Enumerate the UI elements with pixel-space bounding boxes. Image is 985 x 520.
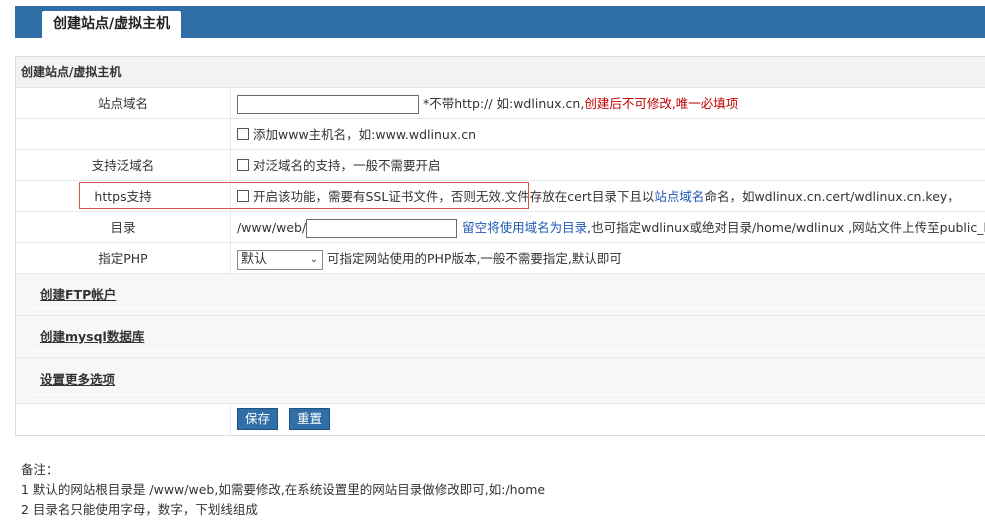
php-hint: 可指定网站使用的PHP版本,一般不需要指定,默认即可 [326, 251, 622, 266]
tab-create-site[interactable]: 创建站点/虚拟主机 [42, 11, 182, 38]
domain-input[interactable] [237, 95, 419, 114]
row-add-www: 添加www主机名，如:www.wdlinux.cn [16, 119, 985, 150]
row-domain: 站点域名 *不带http:// 如:wdlinux.cn,创建后不可修改,唯一必… [16, 88, 985, 119]
row-wildcard: 支持泛域名 对泛域名的支持，一般不需要开启 [16, 150, 985, 181]
notes: 备注： 1 默认的网站根目录是 /www/web,如需要修改,在系统设置里的网站… [21, 460, 545, 520]
directory-default-link[interactable]: 留空将使用域名为目录 [462, 220, 587, 235]
directory-input[interactable] [306, 219, 458, 238]
more-options-link[interactable]: 设置更多选项 [40, 369, 115, 388]
save-button[interactable]: 保存 [237, 408, 279, 430]
php-selected-value: 默认 [241, 251, 268, 267]
notes-title: 备注： [21, 462, 59, 477]
wildcard-option-label: 对泛域名的支持，一般不需要开启 [253, 158, 441, 173]
form-section-title: 创建站点/虚拟主机 [16, 57, 985, 88]
https-domain-link[interactable]: 站点域名 [654, 189, 704, 204]
php-version-select[interactable]: 默认 ⌄ [237, 249, 323, 270]
add-www-label: 添加www主机名，如:www.wdlinux.cn [253, 127, 476, 142]
https-option-text-2: 命名，如wdlinux.cn.cert/wdlinux.cn.key， [704, 189, 960, 204]
https-highlight-box [79, 182, 529, 209]
php-label: 指定PHP [16, 243, 231, 274]
add-www-checkbox[interactable] [237, 128, 249, 140]
wildcard-checkbox[interactable] [237, 159, 249, 171]
wildcard-label: 支持泛域名 [16, 150, 231, 181]
create-site-form: 创建站点/虚拟主机 站点域名 *不带http:// 如:wdlinux.cn,创… [15, 56, 985, 437]
section-more-options: 设置更多选项 [16, 358, 985, 404]
section-divider [26, 350, 985, 351]
directory-prefix: /www/web/ [237, 220, 307, 235]
section-divider [26, 308, 985, 309]
section-divider [26, 394, 985, 395]
domain-label: 站点域名 [16, 88, 231, 119]
domain-required-hint: 创建后不可修改,唯一必填项 [584, 96, 739, 111]
notes-line-2: 2 目录名只能使用字母，数字，下划线组成 [21, 502, 258, 517]
reset-button[interactable]: 重置 [289, 408, 331, 430]
empty-label [16, 404, 231, 437]
section-mysql: 创建mysql数据库 [16, 316, 985, 358]
top-header-bar: 创建站点/虚拟主机 [15, 6, 985, 38]
empty-label [16, 119, 231, 150]
row-actions: 保存 重置 [16, 404, 985, 437]
directory-hint: ,也可指定wdlinux或绝对目录/home/wdlinux ,网站文件上传至p… [587, 220, 985, 235]
create-mysql-link[interactable]: 创建mysql数据库 [40, 326, 144, 345]
notes-line-1: 1 默认的网站根目录是 /www/web,如需要修改,在系统设置里的网站目录做修… [21, 482, 546, 497]
create-ftp-link[interactable]: 创建FTP帐户 [40, 284, 116, 303]
row-directory: 目录 /www/web/留空将使用域名为目录,也可指定wdlinux或绝对目录/… [16, 212, 985, 243]
row-php: 指定PHP 默认 ⌄ 可指定网站使用的PHP版本,一般不需要指定,默认即可 [16, 243, 985, 274]
directory-label: 目录 [16, 212, 231, 243]
chevron-down-icon: ⌄ [309, 253, 318, 265]
domain-hint: *不带http:// 如:wdlinux.cn, [422, 96, 585, 111]
section-ftp: 创建FTP帐户 [16, 274, 985, 316]
